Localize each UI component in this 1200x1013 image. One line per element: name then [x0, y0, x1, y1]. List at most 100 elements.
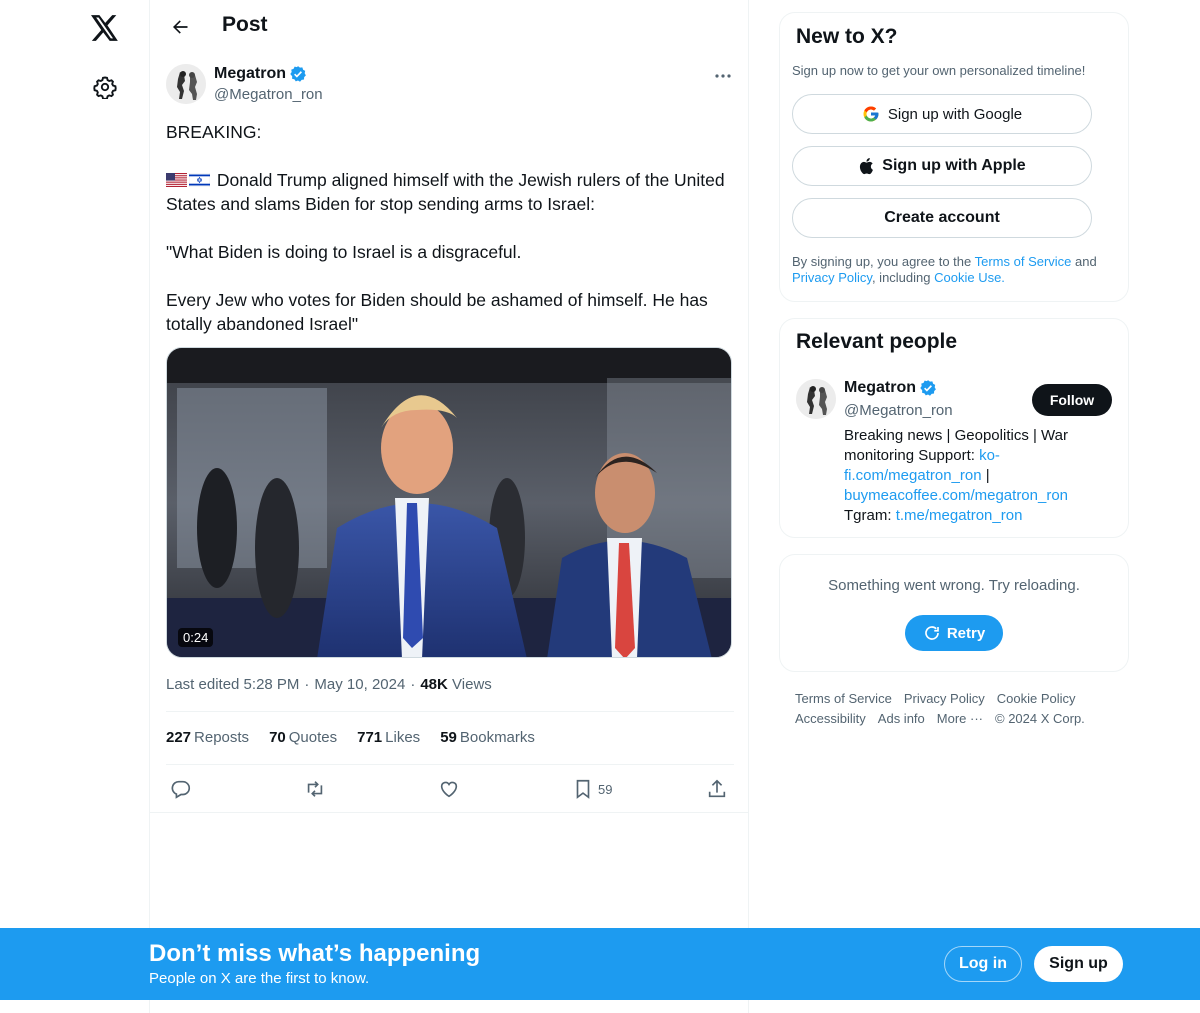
- post-edited-time[interactable]: Last edited 5:28 PM: [166, 676, 299, 693]
- author-name[interactable]: Megatron: [214, 65, 307, 83]
- person-name-text: Megatron: [844, 379, 916, 396]
- post-date[interactable]: May 10, 2024: [314, 676, 405, 693]
- bookmark-count: 59: [598, 781, 613, 797]
- likes-label: Likes: [385, 729, 421, 746]
- google-icon: [863, 106, 879, 122]
- repost-icon: [307, 781, 323, 797]
- israel-flag-icon: [189, 173, 210, 187]
- follow-button[interactable]: Follow: [1032, 384, 1112, 416]
- divider: [150, 812, 748, 813]
- terms-link[interactable]: Terms of Service: [975, 254, 1072, 269]
- views-label: Views: [452, 676, 492, 693]
- footer-link-terms[interactable]: Terms of Service: [795, 691, 892, 706]
- verified-badge-icon: [290, 66, 306, 82]
- signup-title: New to X?: [796, 25, 898, 48]
- more-options-icon[interactable]: [710, 66, 736, 86]
- reply-button[interactable]: [170, 774, 192, 804]
- banner-subtitle: People on X are the first to know.: [149, 970, 370, 987]
- video-thumbnail: [167, 348, 731, 657]
- signup-google-button[interactable]: Sign up with Google: [792, 94, 1092, 134]
- author-name-text: Megatron: [214, 65, 286, 82]
- legal-text: and: [1071, 254, 1097, 269]
- views-count: 48K: [420, 676, 448, 693]
- x-logo-icon[interactable]: [85, 8, 125, 48]
- share-button[interactable]: [706, 774, 728, 804]
- heart-icon: [440, 781, 458, 798]
- create-account-button[interactable]: Create account: [792, 198, 1092, 238]
- bookmark-button[interactable]: 59: [572, 774, 612, 804]
- quotes-count: 70: [269, 729, 286, 746]
- legal-text: , including: [871, 270, 935, 285]
- bio-link-telegram[interactable]: t.me/megatron_ron: [896, 507, 1023, 524]
- signup-apple-button[interactable]: Sign up with Apple: [792, 146, 1092, 186]
- footer-link-more[interactable]: More ···: [937, 711, 983, 726]
- signup-button[interactable]: Sign up: [1034, 946, 1123, 982]
- reposts-stat[interactable]: 227 Reposts: [166, 729, 249, 746]
- relevant-people-title: Relevant people: [796, 330, 958, 353]
- banner-title: Don’t miss what’s happening: [149, 940, 481, 967]
- post-header: Post: [150, 0, 748, 54]
- signup-legal-text: By signing up, you agree to the Terms of…: [792, 254, 1122, 286]
- cookie-link[interactable]: Cookie Use.: [934, 270, 1005, 285]
- footer-copyright: © 2024 X Corp.: [995, 711, 1085, 726]
- bio-text: |: [981, 467, 990, 484]
- person-handle[interactable]: @Megatron_ron: [844, 402, 953, 419]
- relevant-people-card: Relevant people Megatron @Megatron_ron F…: [779, 318, 1129, 538]
- signup-apple-label: Sign up with Apple: [882, 157, 1026, 174]
- create-account-label: Create account: [884, 209, 1000, 226]
- apple-icon: [860, 157, 874, 175]
- left-nav: [0, 0, 150, 1013]
- divider: [166, 711, 734, 712]
- post-text: BREAKING: Donald Trump aligned himself w…: [166, 120, 732, 336]
- author-handle[interactable]: @Megatron_ron: [214, 86, 323, 103]
- meta-separator: ·: [304, 676, 310, 693]
- like-button[interactable]: [438, 774, 460, 804]
- footer-link-cookie[interactable]: Cookie Policy: [997, 691, 1076, 706]
- bookmark-icon: [576, 779, 590, 799]
- quotes-stat[interactable]: 70 Quotes: [269, 729, 337, 746]
- post-meta: Last edited 5:28 PM · May 10, 2024 · 48K…: [166, 676, 492, 693]
- footer-links: Terms of Service Privacy Policy Cookie Pol…: [795, 689, 1125, 729]
- footer-link-privacy[interactable]: Privacy Policy: [904, 691, 985, 706]
- login-button[interactable]: Log in: [944, 946, 1022, 982]
- post-text-paragraph: Donald Trump aligned himself with the Je…: [166, 168, 732, 216]
- divider: [166, 764, 734, 765]
- legal-text: By signing up, you agree to the: [792, 254, 975, 269]
- retry-button[interactable]: Retry: [905, 615, 1003, 651]
- bookmarks-label: Bookmarks: [459, 729, 535, 746]
- signup-subtitle: Sign up now to get your own personalized…: [792, 63, 1086, 78]
- reply-icon: [171, 780, 191, 799]
- person-bio: Breaking news | Geopolitics | War monito…: [844, 426, 1114, 526]
- post-text-line: Every Jew who votes for Biden should be …: [166, 290, 708, 334]
- reposts-count: 227: [166, 729, 192, 746]
- footer-link-ads-info[interactable]: Ads info: [878, 711, 925, 726]
- bio-text: Tgram:: [844, 507, 896, 524]
- verified-badge-icon: [920, 380, 936, 396]
- back-arrow-icon[interactable]: [162, 9, 198, 45]
- person-name[interactable]: Megatron: [844, 379, 937, 397]
- signup-card: New to X? Sign up now to get your own pe…: [779, 12, 1129, 302]
- post-views: 48K Views: [420, 676, 491, 693]
- person-avatar[interactable]: [796, 379, 836, 419]
- bookmarks-count: 59: [440, 729, 457, 746]
- refresh-icon: [925, 626, 939, 640]
- signup-google-label: Sign up with Google: [887, 105, 1023, 123]
- us-flag-icon: [166, 173, 187, 187]
- reposts-label: Reposts: [194, 729, 250, 746]
- video-duration-badge: 0:24: [178, 628, 214, 647]
- meta-separator: ·: [410, 676, 416, 693]
- signup-banner: Don’t miss what’s happening People on X …: [0, 928, 1200, 1000]
- post-stats: 227 Reposts 70 Quotes 771 Likes 59 Bookmarks: [166, 729, 535, 746]
- post-actions: 59: [166, 774, 734, 804]
- repost-button[interactable]: [304, 774, 326, 804]
- likes-stat[interactable]: 771 Likes: [357, 729, 420, 746]
- likes-count: 771: [357, 729, 383, 746]
- footer-link-accessibility[interactable]: Accessibility: [795, 711, 866, 726]
- settings-gear-icon[interactable]: [85, 67, 125, 107]
- bio-link-buymeacoffee[interactable]: buymeacoffee.com/megatron_ron: [844, 487, 1068, 504]
- author-avatar[interactable]: [166, 64, 206, 104]
- privacy-link[interactable]: Privacy Policy: [792, 270, 872, 285]
- post-video[interactable]: 0:24: [166, 347, 732, 658]
- main-column: Post Megatron @Megatron_ron BREAKING: Do…: [149, 0, 749, 1013]
- post-text-line: "What Biden is doing to Israel is a disg…: [166, 242, 522, 262]
